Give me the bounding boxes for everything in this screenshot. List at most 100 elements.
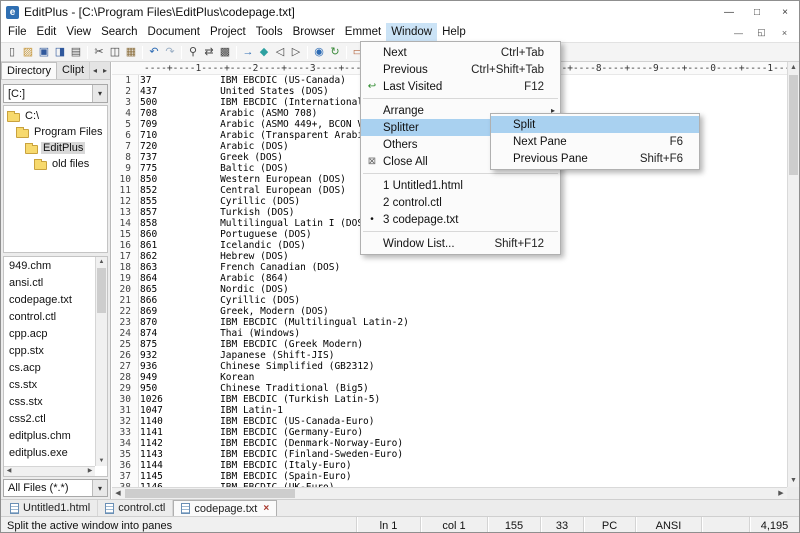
splitter-item-next-pane[interactable]: Next PaneF6 [491,133,699,150]
replace-icon[interactable]: ⇄ [201,44,217,60]
tree-item-c[interactable]: C:\ [4,108,107,124]
scroll-right-icon[interactable]: ▶ [775,488,787,499]
code-line[interactable]: 341142IBM EBCDIC (Denmark-Norway-Euro) [112,438,787,449]
file-item-cpp-stx[interactable]: cpp.stx [4,343,95,360]
minimize-button[interactable]: — [715,1,743,23]
file-item-control-ctl[interactable]: control.ctl [4,309,95,326]
scroll-right-icon[interactable]: ▶ [85,467,95,476]
file-item-949-chm[interactable]: 949.chm [4,258,95,275]
next-bookmark-icon[interactable]: ▷ [288,44,304,60]
window-menu-item-2-control-ctl[interactable]: 2 control.ctl [361,194,560,211]
menu-file[interactable]: File [3,23,32,42]
code-line[interactable]: 19864Arabic (864) [112,273,787,284]
menu-document[interactable]: Document [143,23,205,42]
tree-item-program-files[interactable]: Program Files [4,124,107,140]
code-line[interactable]: 23870IBM EBCDIC (Multilingual Latin-2) [112,317,787,328]
scroll-up-icon[interactable]: ▲ [96,257,107,267]
find-in-files-icon[interactable]: ▩ [217,44,233,60]
tree-item-editplus[interactable]: EditPlus [4,140,107,156]
browser-refresh-icon[interactable]: ↻ [327,44,343,60]
goto-line-icon[interactable]: → [240,44,256,60]
file-item-css-stx[interactable]: css.stx [4,394,95,411]
splitter-item-previous-pane[interactable]: Previous PaneShift+F6 [491,150,699,167]
file-list-vertical-scrollbar[interactable]: ▲ ▼ [95,257,107,466]
paste-icon[interactable]: ▦ [123,44,139,60]
drive-dropdown-icon[interactable]: ▾ [92,85,107,102]
code-line[interactable]: 28949Korean [112,372,787,383]
copy-icon[interactable]: ◫ [107,44,123,60]
window-menu-item-previous[interactable]: PreviousCtrl+Shift+Tab [361,61,560,78]
menu-browser[interactable]: Browser [288,23,340,42]
code-line[interactable]: 18863French Canadian (DOS) [112,262,787,273]
code-line[interactable]: 24874Thai (Windows) [112,328,787,339]
code-line[interactable]: 301026IBM EBCDIC (Turkish Latin-5) [112,394,787,405]
menu-project[interactable]: Project [205,23,251,42]
scroll-down-icon[interactable]: ▼ [96,456,107,466]
window-menu-item-1-untitled1-html[interactable]: 1 Untitled1.html [361,177,560,194]
code-line[interactable]: 21866Cyrillic (DOS) [112,295,787,306]
drive-selector[interactable]: [C:] ▾ [3,84,108,103]
scroll-left-icon[interactable]: ◀ [112,488,124,499]
print-icon[interactable]: ▤ [68,44,84,60]
open-file-icon[interactable]: ▨ [20,44,36,60]
menu-window[interactable]: Window [386,23,437,42]
code-line[interactable]: 27936Chinese Simplified (GB2312) [112,361,787,372]
file-item-cs-acp[interactable]: cs.acp [4,360,95,377]
window-menu-item-window-list[interactable]: Window List...Shift+F12 [361,235,560,252]
undo-icon[interactable]: ↶ [146,44,162,60]
close-tab-icon[interactable]: × [263,504,269,514]
editor-horizontal-scrollbar[interactable]: ◀ ▶ [112,487,787,499]
file-item-codepage-txt[interactable]: codepage.txt [4,292,95,309]
code-line[interactable]: 22869Greek, Modern (DOS) [112,306,787,317]
doc-tab-untitled1-html[interactable]: Untitled1.html [3,500,98,516]
find-icon[interactable]: ⚲ [185,44,201,60]
window-menu-item-next[interactable]: NextCtrl+Tab [361,44,560,61]
file-filter-dropdown-icon[interactable]: ▾ [92,480,107,496]
window-menu-item-last-visited[interactable]: ↩Last VisitedF12 [361,78,560,95]
code-line[interactable]: 361144IBM EBCDIC (Italy-Euro) [112,460,787,471]
menu-help[interactable]: Help [437,23,471,42]
panel-tab-clipt[interactable]: Clipt [57,62,90,79]
file-item-cs-stx[interactable]: cs.stx [4,377,95,394]
toggle-bookmark-icon[interactable]: ◆ [256,44,272,60]
editor-vertical-scrollbar[interactable]: ▲ ▼ [787,62,799,487]
code-line[interactable]: 331141IBM EBCDIC (Germany-Euro) [112,427,787,438]
splitter-item-split[interactable]: Split [491,116,699,133]
doc-tab-codepage-txt[interactable]: codepage.txt× [173,500,277,516]
child-close-button[interactable]: × [773,23,796,42]
cut-icon[interactable]: ✂ [91,44,107,60]
code-line[interactable]: 321140IBM EBCDIC (US-Canada-Euro) [112,416,787,427]
doc-tab-control-ctl[interactable]: control.ctl [98,500,173,516]
prev-bookmark-icon[interactable]: ◁ [272,44,288,60]
child-minimize-button[interactable]: — [727,23,750,42]
file-list-horizontal-scrollbar[interactable]: ◀ ▶ [4,466,95,476]
menu-view[interactable]: View [61,23,96,42]
view-in-browser-icon[interactable]: ◉ [311,44,327,60]
menu-edit[interactable]: Edit [32,23,62,42]
redo-icon[interactable]: ↷ [162,44,178,60]
code-line[interactable]: 29950Chinese Traditional (Big5) [112,383,787,394]
code-line[interactable]: 20865Nordic (DOS) [112,284,787,295]
window-menu-item-3-codepage-txt[interactable]: •3 codepage.txt [361,211,560,228]
file-item-css2-ctl[interactable]: css2.ctl [4,411,95,428]
code-line[interactable]: 26932Japanese (Shift-JIS) [112,350,787,361]
file-item-editplus-exe[interactable]: editplus.exe [4,445,95,462]
menu-emmet[interactable]: Emmet [340,23,386,42]
close-button[interactable]: × [771,1,799,23]
maximize-button[interactable]: □ [743,1,771,23]
panel-tab-scroll-left-icon[interactable]: ◂ [90,66,100,75]
scroll-up-icon[interactable]: ▲ [788,62,799,74]
child-restore-button[interactable]: ◱ [750,23,773,42]
panel-tab-directory[interactable]: Directory [1,62,57,79]
file-item-ansi-ctl[interactable]: ansi.ctl [4,275,95,292]
save-all-icon[interactable]: ◨ [52,44,68,60]
file-item-cpp-acp[interactable]: cpp.acp [4,326,95,343]
scrollbar-thumb[interactable] [97,268,106,313]
panel-tab-scroll-right-icon[interactable]: ▸ [100,66,110,75]
new-document-icon[interactable]: ▯ [4,44,20,60]
scrollbar-thumb[interactable] [125,489,295,498]
menu-search[interactable]: Search [96,23,142,42]
code-line[interactable]: 371145IBM EBCDIC (Spain-Euro) [112,471,787,482]
tree-item-old-files[interactable]: old files [4,156,107,172]
save-icon[interactable]: ▣ [36,44,52,60]
